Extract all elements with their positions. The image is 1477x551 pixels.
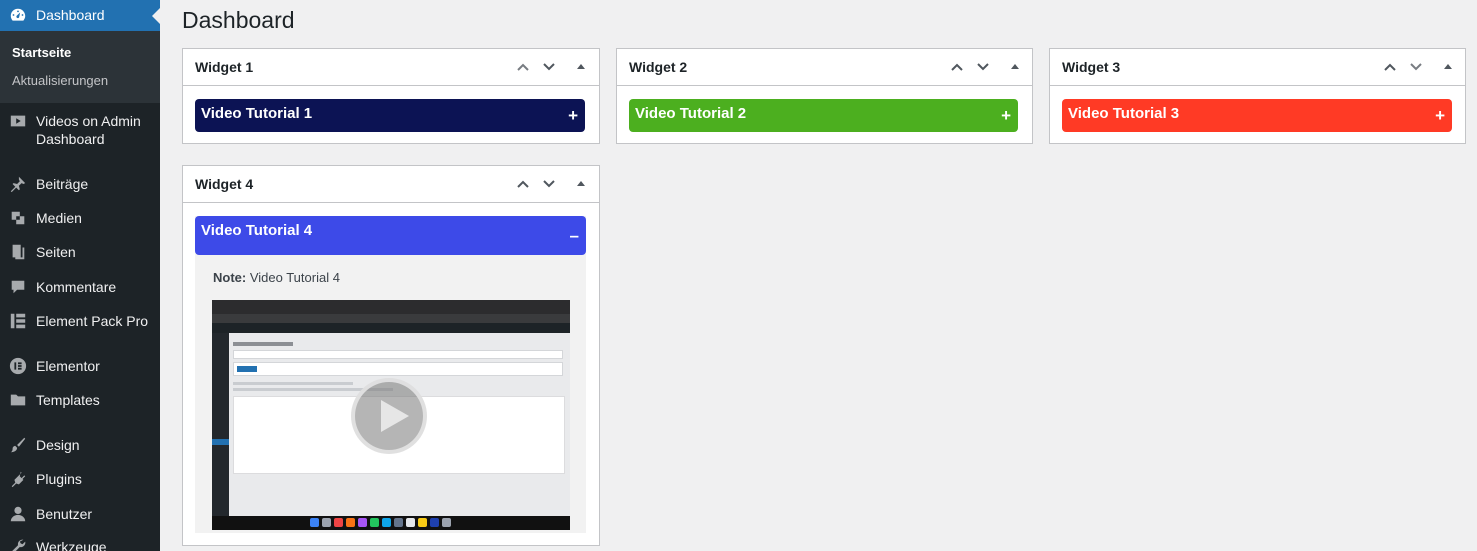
tutorial-note: Note: Video Tutorial 4 <box>213 270 340 285</box>
sidebar-item-videos[interactable]: Videos on Admin Dashboard <box>0 112 160 148</box>
widget-2: Widget 2 Video Tutorial 2 + <box>616 48 1033 144</box>
collapse-toggle-icon[interactable] <box>1439 58 1457 76</box>
sidebar-item-seiten[interactable]: Seiten <box>0 243 160 261</box>
sidebar-item-label: Dashboard <box>36 7 105 23</box>
comment-icon <box>0 278 36 296</box>
sidebar-item-werkzeuge[interactable]: Werkzeuge <box>0 538 160 551</box>
video-player[interactable] <box>212 300 570 530</box>
note-label: Note: <box>213 270 247 285</box>
accordion-title: Video Tutorial 1 <box>201 105 313 122</box>
video-thumbnail-sidebar <box>212 333 229 516</box>
widget-header: Widget 4 <box>183 166 599 203</box>
move-up-icon[interactable] <box>948 58 966 76</box>
widget-1: Widget 1 Video Tutorial 1 + <box>182 48 600 144</box>
accordion-title: Video Tutorial 3 <box>1068 105 1180 122</box>
expand-icon: + <box>568 106 578 125</box>
dashboard-icon <box>0 6 36 24</box>
move-up-icon[interactable] <box>514 58 532 76</box>
sidebar-item-plugins[interactable]: Plugins <box>0 470 160 488</box>
accordion-title: Video Tutorial 4 <box>201 222 313 239</box>
collapse-toggle-icon[interactable] <box>572 175 590 193</box>
move-down-icon[interactable] <box>540 175 558 193</box>
move-up-icon[interactable] <box>514 175 532 193</box>
sidebar-item-elementor[interactable]: Elementor <box>0 357 160 375</box>
sidebar-item-label: Plugins <box>36 471 82 487</box>
pin-icon <box>0 175 36 193</box>
video-thumbnail-admin-bar <box>212 323 570 333</box>
accordion-video-tutorial-4[interactable]: Video Tutorial 4 – <box>195 216 586 255</box>
accordion-video-tutorial-2[interactable]: Video Tutorial 2 + <box>629 99 1018 132</box>
sidebar-item-label: Beiträge <box>36 176 89 192</box>
play-icon[interactable] <box>351 378 427 454</box>
widget-header: Widget 2 <box>617 49 1032 86</box>
sidebar-item-label: Seiten <box>36 244 76 260</box>
move-down-icon[interactable] <box>540 58 558 76</box>
sidebar-item-label: Kommentare <box>36 279 117 295</box>
widget-title: Widget 2 <box>629 59 688 75</box>
current-arrow <box>152 8 160 24</box>
sidebar-item-element-pack[interactable]: Element Pack Pro <box>0 312 160 330</box>
sidebar-item-label: Design <box>36 437 80 453</box>
sidebar-item-beitraege[interactable]: Beiträge <box>0 175 160 193</box>
widget-title: Widget 3 <box>1062 59 1121 75</box>
sidebar-item-templates[interactable]: Templates <box>0 391 160 409</box>
widget-3: Widget 3 Video Tutorial 3 + <box>1049 48 1466 144</box>
sidebar-item-label: Medien <box>36 210 82 226</box>
sidebar-item-label: Templates <box>36 392 100 408</box>
element-pack-icon <box>0 312 36 330</box>
accordion-title: Video Tutorial 2 <box>635 105 747 122</box>
wrench-icon <box>0 538 36 551</box>
move-down-icon[interactable] <box>974 58 992 76</box>
sidebar-item-label: Element Pack Pro <box>36 313 149 329</box>
user-icon <box>0 505 36 523</box>
accordion-video-tutorial-3[interactable]: Video Tutorial 3 + <box>1062 99 1452 132</box>
widget-header: Widget 3 <box>1050 49 1465 86</box>
sidebar-item-label: Werkzeuge <box>36 539 107 551</box>
video-icon <box>0 112 36 130</box>
widget-title: Widget 4 <box>195 176 254 192</box>
pages-icon <box>0 243 36 261</box>
brush-icon <box>0 436 36 454</box>
media-icon <box>0 209 36 227</box>
sidebar-item-kommentare[interactable]: Kommentare <box>0 278 160 296</box>
page-title: Dashboard <box>182 7 295 33</box>
move-down-icon[interactable] <box>1407 58 1425 76</box>
video-thumbnail-browser-bar <box>212 300 570 314</box>
widget-header: Widget 1 <box>183 49 599 86</box>
widget-4: Widget 4 Video Tutorial 4 – Note: Video … <box>182 165 600 546</box>
sidebar-item-benutzer[interactable]: Benutzer <box>0 505 160 523</box>
submenu-startseite[interactable]: Startseite <box>12 45 71 60</box>
sidebar-item-label: Benutzer <box>36 506 93 522</box>
video-thumbnail-dock <box>212 516 570 530</box>
admin-sidebar: Dashboard Startseite Aktualisierungen Vi… <box>0 0 160 551</box>
move-up-icon[interactable] <box>1381 58 1399 76</box>
dashboard-submenu: Startseite Aktualisierungen <box>0 31 160 103</box>
accordion-video-tutorial-1[interactable]: Video Tutorial 1 + <box>195 99 585 132</box>
widget-title: Widget 1 <box>195 59 254 75</box>
sidebar-item-label: Videos on Admin Dashboard <box>36 113 141 147</box>
sidebar-item-design[interactable]: Design <box>0 436 160 454</box>
elementor-icon <box>0 357 36 375</box>
collapse-toggle-icon[interactable] <box>1006 58 1024 76</box>
plugin-icon <box>0 470 36 488</box>
folder-icon <box>0 391 36 409</box>
collapse-toggle-icon[interactable] <box>572 58 590 76</box>
sidebar-item-label: Elementor <box>36 358 100 374</box>
sidebar-item-dashboard[interactable]: Dashboard <box>0 0 160 31</box>
submenu-aktualisierungen[interactable]: Aktualisierungen <box>12 73 108 88</box>
expand-icon: + <box>1435 106 1445 125</box>
note-text: Video Tutorial 4 <box>246 270 340 285</box>
expand-icon: + <box>1001 106 1011 125</box>
video-thumbnail-address-bar <box>212 314 570 323</box>
sidebar-item-medien[interactable]: Medien <box>0 209 160 227</box>
collapse-icon: – <box>569 226 579 245</box>
